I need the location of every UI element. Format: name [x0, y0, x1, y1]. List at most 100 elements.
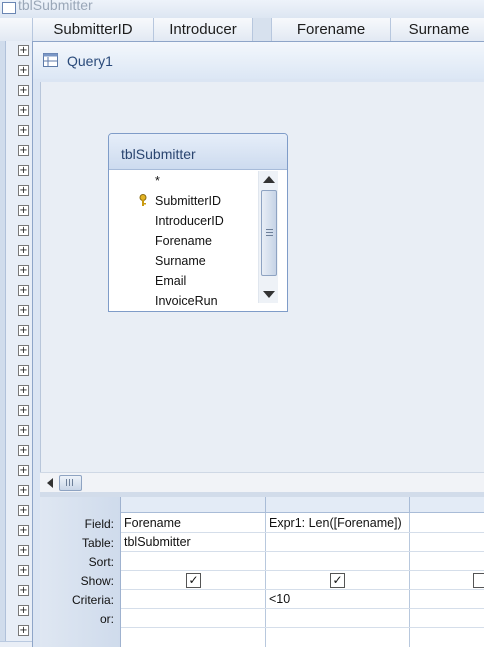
- row-selector[interactable]: +: [0, 321, 32, 342]
- row-selector[interactable]: +: [0, 221, 32, 242]
- show-checkbox[interactable]: ✓: [330, 573, 345, 588]
- field-surname[interactable]: Surname: [155, 254, 206, 268]
- expand-plus-icon[interactable]: +: [18, 365, 29, 376]
- row-selector[interactable]: +: [0, 261, 32, 282]
- expand-plus-icon[interactable]: +: [18, 245, 29, 256]
- field-cell[interactable]: Forename: [124, 516, 181, 530]
- expand-plus-icon[interactable]: +: [18, 385, 29, 396]
- field-forename[interactable]: Forename: [155, 234, 212, 248]
- show-checkbox[interactable]: [473, 573, 484, 588]
- expand-plus-icon[interactable]: +: [18, 85, 29, 96]
- expand-plus-icon[interactable]: +: [18, 125, 29, 136]
- criteria-cell[interactable]: <10: [269, 592, 290, 606]
- expand-plus-icon[interactable]: +: [18, 345, 29, 356]
- query-title: Query1: [67, 53, 113, 69]
- field-submitterid[interactable]: SubmitterID: [155, 194, 221, 208]
- scroll-left-arrow-icon[interactable]: [47, 478, 53, 488]
- expand-plus-icon[interactable]: +: [18, 325, 29, 336]
- row-edge: [0, 421, 6, 441]
- row-selector[interactable]: +: [0, 301, 32, 322]
- expand-plus-icon[interactable]: +: [18, 185, 29, 196]
- scroll-down-arrow-icon[interactable]: [263, 291, 275, 298]
- row-selector[interactable]: +: [0, 541, 32, 562]
- expand-plus-icon[interactable]: +: [18, 425, 29, 436]
- expand-plus-icon[interactable]: +: [18, 505, 29, 516]
- scroll-thumb[interactable]: [261, 190, 277, 276]
- show-checkbox[interactable]: ✓: [186, 573, 201, 588]
- select-all-corner[interactable]: [0, 18, 33, 41]
- expand-plus-icon[interactable]: +: [18, 305, 29, 316]
- column-header-introducer[interactable]: Introducer: [154, 18, 253, 41]
- table-design-area[interactable]: tblSubmitter * SubmitterID IntroducerID …: [40, 82, 484, 512]
- row-selector[interactable]: +: [0, 361, 32, 382]
- row-selector[interactable]: +: [0, 561, 32, 582]
- expand-plus-icon[interactable]: +: [18, 285, 29, 296]
- column-header-surname[interactable]: Surname: [391, 18, 484, 41]
- field-list-scrollbar[interactable]: [258, 171, 278, 303]
- expand-plus-icon[interactable]: +: [18, 445, 29, 456]
- table-icon: [2, 2, 16, 14]
- column-selector-1[interactable]: [121, 497, 266, 513]
- field-introducerid[interactable]: IntroducerID: [155, 214, 224, 228]
- column-header-forename[interactable]: Forename: [272, 18, 391, 41]
- row-selector[interactable]: +: [0, 61, 32, 82]
- column-selector-3[interactable]: [410, 497, 484, 513]
- expand-plus-icon[interactable]: +: [18, 405, 29, 416]
- row-selector[interactable]: +: [0, 381, 32, 402]
- row-selector[interactable]: +: [0, 481, 32, 502]
- row-edge: [0, 41, 6, 61]
- column-selector-2[interactable]: [266, 497, 410, 513]
- row-selector[interactable]: +: [0, 141, 32, 162]
- row-selector[interactable]: +: [0, 621, 32, 642]
- field-email[interactable]: Email: [155, 274, 186, 288]
- row-selector[interactable]: +: [0, 581, 32, 602]
- expand-plus-icon[interactable]: +: [18, 485, 29, 496]
- row-selector[interactable]: +: [0, 441, 32, 462]
- expand-plus-icon[interactable]: +: [18, 225, 29, 236]
- query-icon: [43, 53, 58, 67]
- table-cell[interactable]: tblSubmitter: [124, 535, 191, 549]
- expand-plus-icon[interactable]: +: [18, 525, 29, 536]
- expand-plus-icon[interactable]: +: [18, 625, 29, 636]
- expand-plus-icon[interactable]: +: [18, 545, 29, 556]
- expand-plus-icon[interactable]: +: [18, 145, 29, 156]
- scroll-up-arrow-icon[interactable]: [263, 176, 275, 183]
- row-selector[interactable]: +: [0, 121, 32, 142]
- field-all[interactable]: *: [155, 174, 160, 188]
- datasheet-title: tblSubmitter: [18, 0, 93, 13]
- expand-plus-icon[interactable]: +: [18, 585, 29, 596]
- row-selector[interactable]: +: [0, 241, 32, 262]
- expand-plus-icon[interactable]: +: [18, 465, 29, 476]
- table-field-list[interactable]: tblSubmitter * SubmitterID IntroducerID …: [108, 133, 288, 312]
- expand-plus-icon[interactable]: +: [18, 205, 29, 216]
- field-cell[interactable]: Expr1: Len([Forename]): [269, 516, 402, 530]
- row-selector[interactable]: +: [0, 41, 32, 62]
- column-header-submitterid[interactable]: SubmitterID: [33, 18, 154, 41]
- row-selector[interactable]: +: [0, 281, 32, 302]
- expand-plus-icon[interactable]: +: [18, 165, 29, 176]
- field-list-title-bar[interactable]: tblSubmitter: [109, 134, 287, 170]
- row-selector[interactable]: +: [0, 181, 32, 202]
- row-selector[interactable]: +: [0, 461, 32, 482]
- row-selector[interactable]: +: [0, 421, 32, 442]
- row-selector[interactable]: +: [0, 201, 32, 222]
- row-selector[interactable]: +: [0, 161, 32, 182]
- horizontal-scroll-thumb[interactable]: [59, 475, 82, 491]
- row-selector[interactable]: +: [0, 101, 32, 122]
- row-selector[interactable]: +: [0, 521, 32, 542]
- expand-plus-icon[interactable]: +: [18, 65, 29, 76]
- row-selector[interactable]: +: [0, 341, 32, 362]
- row-selector[interactable]: +: [0, 401, 32, 422]
- field-invoicerun[interactable]: InvoiceRun: [155, 294, 218, 308]
- expand-plus-icon[interactable]: +: [18, 105, 29, 116]
- horizontal-scrollbar[interactable]: [40, 472, 484, 492]
- label-table: Table:: [81, 536, 114, 550]
- expand-plus-icon[interactable]: +: [18, 265, 29, 276]
- row-selector[interactable]: +: [0, 501, 32, 522]
- row-selector[interactable]: +: [0, 81, 32, 102]
- row-selector[interactable]: +: [0, 601, 32, 622]
- expand-plus-icon[interactable]: +: [18, 45, 29, 56]
- datasheet-tab[interactable]: tblSubmitter: [0, 0, 484, 18]
- expand-plus-icon[interactable]: +: [18, 565, 29, 576]
- expand-plus-icon[interactable]: +: [18, 605, 29, 616]
